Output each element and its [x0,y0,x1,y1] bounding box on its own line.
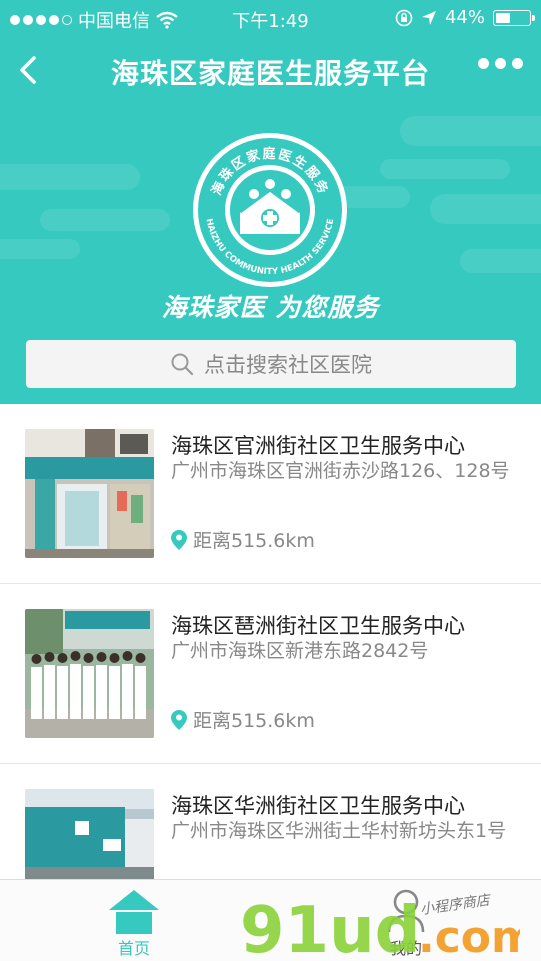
hospital-name: 海珠区琶洲街社区卫生服务中心 [171,614,465,638]
battery-percent: 44% [444,7,485,28]
page-title: 海珠区家庭医生服务平台 [110,57,430,90]
battery-icon [493,9,535,26]
search-placeholder: 点击搜索社区医院 [204,353,372,377]
search-bar[interactable]: 点击搜索社区医院 [26,340,516,388]
hospital-address: 广州市海珠区华洲街土华村新坊头东1号 [171,820,507,842]
watermark-91ud-logo: 91ud .com 小程序商店 [240,892,520,960]
hospital-photo [25,609,154,738]
hospital-list: 海珠区官洲街社区卫生服务中心 广州市海珠区官洲街赤沙路126、128号 距离51… [0,404,541,944]
svg-text:.com: .com [418,912,520,960]
haizhu-health-logo: 海珠区家庭医生服务 HAIZHU COMMUNITY HEALTH SERVIC… [193,133,347,287]
rotation-lock-icon [395,9,413,26]
nav-bar: 海珠区家庭医生服务平台 [0,34,541,108]
slogan: 海珠家医 为您服务 [161,293,380,322]
header-banner: 海珠区家庭医生服务平台 海珠区家庭医生服务 HAIZHU COMMUNITY H… [0,34,541,404]
list-item[interactable]: 海珠区琶洲街社区卫生服务中心 广州市海珠区新港东路2842号 距离515.6km [0,584,541,764]
more-options-icon[interactable] [478,58,523,69]
search-icon [171,353,194,376]
status-bar: 中国电信 下午1:49 44% [0,0,541,34]
hospital-address: 广州市海珠区官洲街赤沙路126、128号 [171,460,510,482]
location-pin-icon [171,709,187,730]
distance: 距离515.6km [171,706,315,733]
location-pin-icon [171,529,187,550]
tab-home[interactable]: 首页 [74,880,194,961]
hospital-photo [25,429,154,558]
hospital-address: 广州市海珠区新港东路2842号 [171,640,429,662]
distance: 距离515.6km [171,526,315,553]
tab-home-label: 首页 [117,939,150,958]
svg-text:91ud: 91ud [240,894,420,960]
home-icon [109,890,159,934]
location-arrow-icon [421,10,436,25]
hospital-name: 海珠区华洲街社区卫生服务中心 [171,794,465,818]
distance-label: 距离515.6km [193,710,315,732]
distance-label: 距离515.6km [193,530,315,552]
hospital-name: 海珠区官洲街社区卫生服务中心 [171,434,465,458]
list-item[interactable]: 海珠区官洲街社区卫生服务中心 广州市海珠区官洲街赤沙路126、128号 距离51… [0,404,541,584]
